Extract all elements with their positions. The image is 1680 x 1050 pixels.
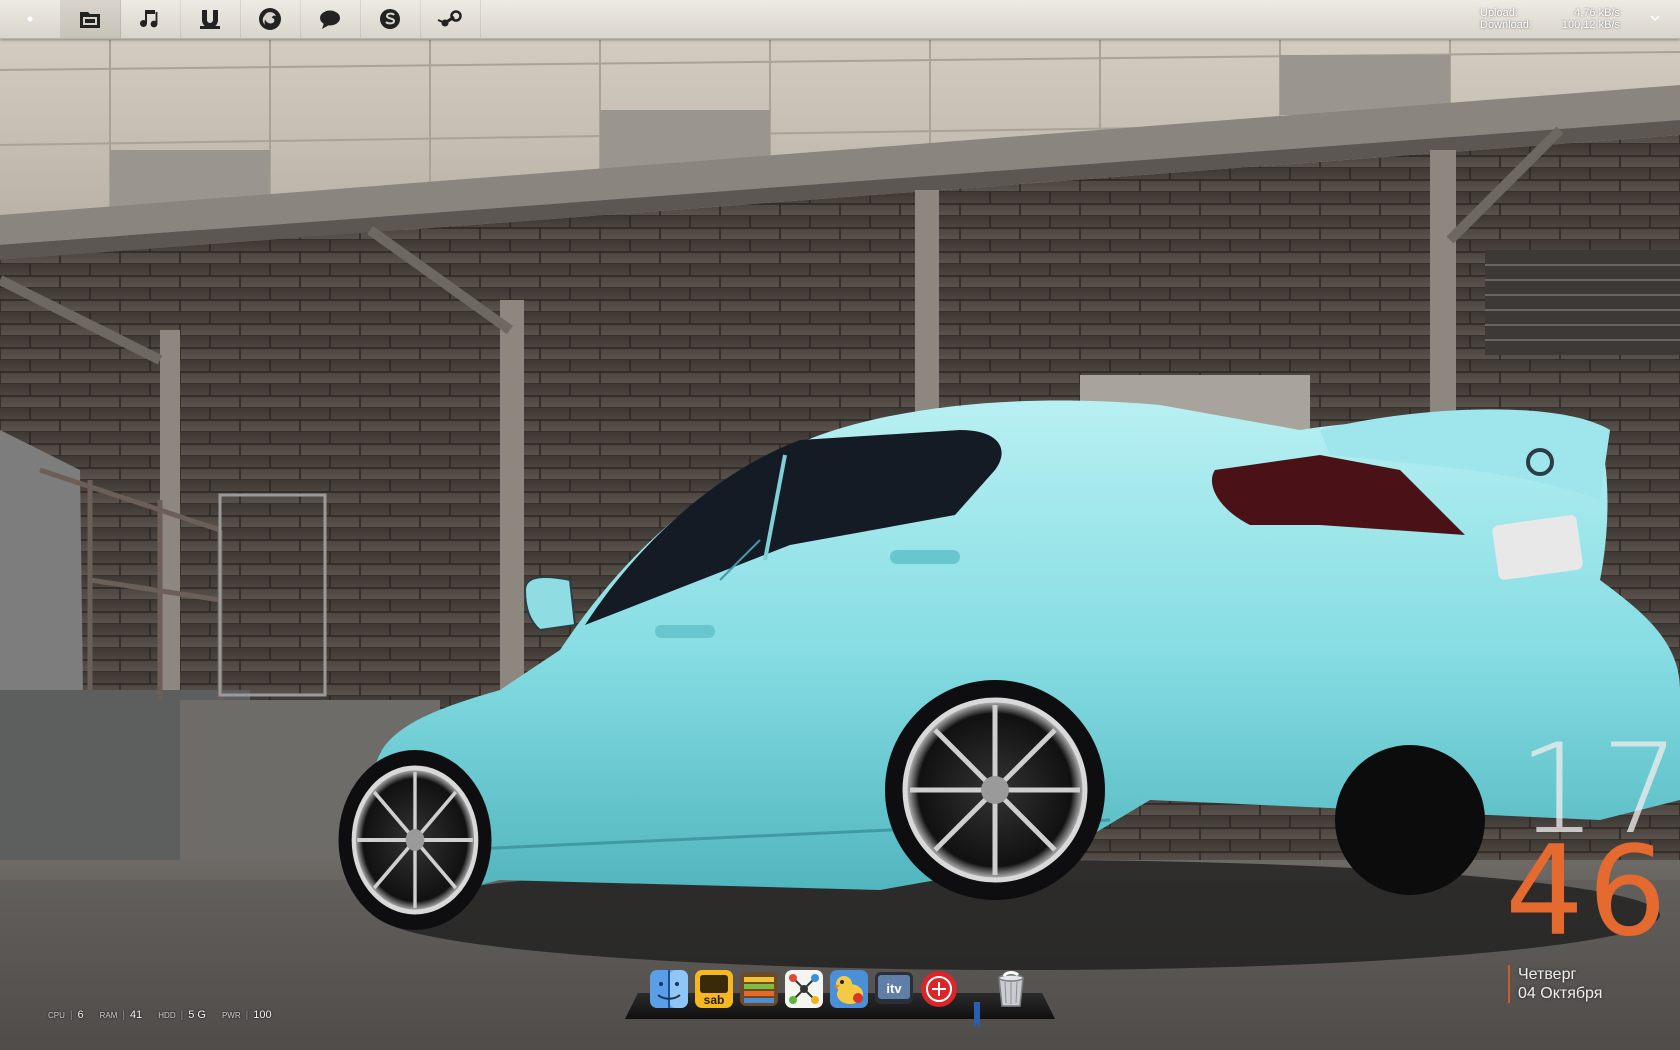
stat-label: PWR bbox=[221, 1011, 241, 1020]
itv-icon[interactable]: itv bbox=[873, 968, 915, 1010]
desktop-wallpaper bbox=[0, 0, 1680, 1050]
weekday-label: Четверг bbox=[1518, 966, 1577, 983]
firefox-icon[interactable] bbox=[240, 0, 301, 38]
network-speed-monitor: Upload: 4,76 kB/s Download: 100,12 kB/s bbox=[1480, 7, 1620, 31]
stat-separator: | bbox=[180, 1010, 184, 1021]
steam-icon[interactable] bbox=[420, 0, 481, 38]
top-menu-bar: Upload: 4,76 kB/s Download: 100,12 kB/s bbox=[0, 0, 1680, 39]
stat-value: 6 bbox=[77, 1009, 84, 1021]
download-label: Download: bbox=[1480, 19, 1532, 31]
date-widget: Четверг 04 Октября bbox=[1508, 965, 1602, 1003]
stat-cpu: CPU | 6 bbox=[48, 1009, 84, 1021]
upload-label: Upload: bbox=[1480, 7, 1518, 19]
chat-bubble-icon[interactable] bbox=[300, 0, 361, 38]
menu-dot-icon[interactable] bbox=[0, 0, 61, 38]
svg-text:itv: itv bbox=[886, 981, 902, 996]
stat-separator: | bbox=[245, 1010, 249, 1021]
cyberduck-icon[interactable] bbox=[828, 968, 870, 1010]
stat-hdd: HDD | 5 G bbox=[158, 1009, 206, 1021]
stat-value: 5 G bbox=[188, 1009, 206, 1021]
stat-label: RAM bbox=[99, 1011, 118, 1020]
date-label: 04 Октября bbox=[1518, 985, 1603, 1002]
stat-separator: | bbox=[69, 1010, 73, 1021]
stat-label: CPU bbox=[48, 1011, 65, 1020]
svg-text:sab: sab bbox=[704, 993, 725, 1007]
stat-pwr: PWR | 100 bbox=[222, 1009, 272, 1021]
trash-icon[interactable] bbox=[990, 968, 1032, 1010]
stat-value: 41 bbox=[130, 1009, 143, 1021]
stat-value: 100 bbox=[253, 1009, 272, 1021]
stat-label: HDD bbox=[158, 1011, 176, 1020]
skype-icon[interactable] bbox=[360, 0, 421, 38]
bookmark-icon bbox=[974, 1002, 980, 1028]
scrobbler-icon[interactable] bbox=[918, 968, 960, 1010]
home-folder-icon[interactable] bbox=[60, 0, 121, 38]
system-stats-widget: CPU | 6 RAM | 41 HDD | 5 G PWR | 100 bbox=[48, 1009, 272, 1021]
clock-minute: 46 bbox=[1505, 820, 1671, 964]
music-note-icon[interactable] bbox=[120, 0, 181, 38]
mindnode-icon[interactable] bbox=[783, 968, 825, 1010]
stacks-icon[interactable] bbox=[738, 968, 780, 1010]
stat-ram: RAM | 41 bbox=[100, 1009, 143, 1021]
sabnzbd-icon[interactable]: sab bbox=[693, 968, 735, 1010]
upload-value: 4,76 kB/s bbox=[1574, 7, 1620, 19]
chevron-down-icon[interactable] bbox=[1650, 13, 1660, 23]
stat-separator: | bbox=[122, 1010, 126, 1021]
download-value: 100,12 kB/s bbox=[1561, 19, 1620, 31]
finder-icon[interactable] bbox=[648, 968, 690, 1010]
utorrent-icon[interactable] bbox=[180, 0, 241, 38]
